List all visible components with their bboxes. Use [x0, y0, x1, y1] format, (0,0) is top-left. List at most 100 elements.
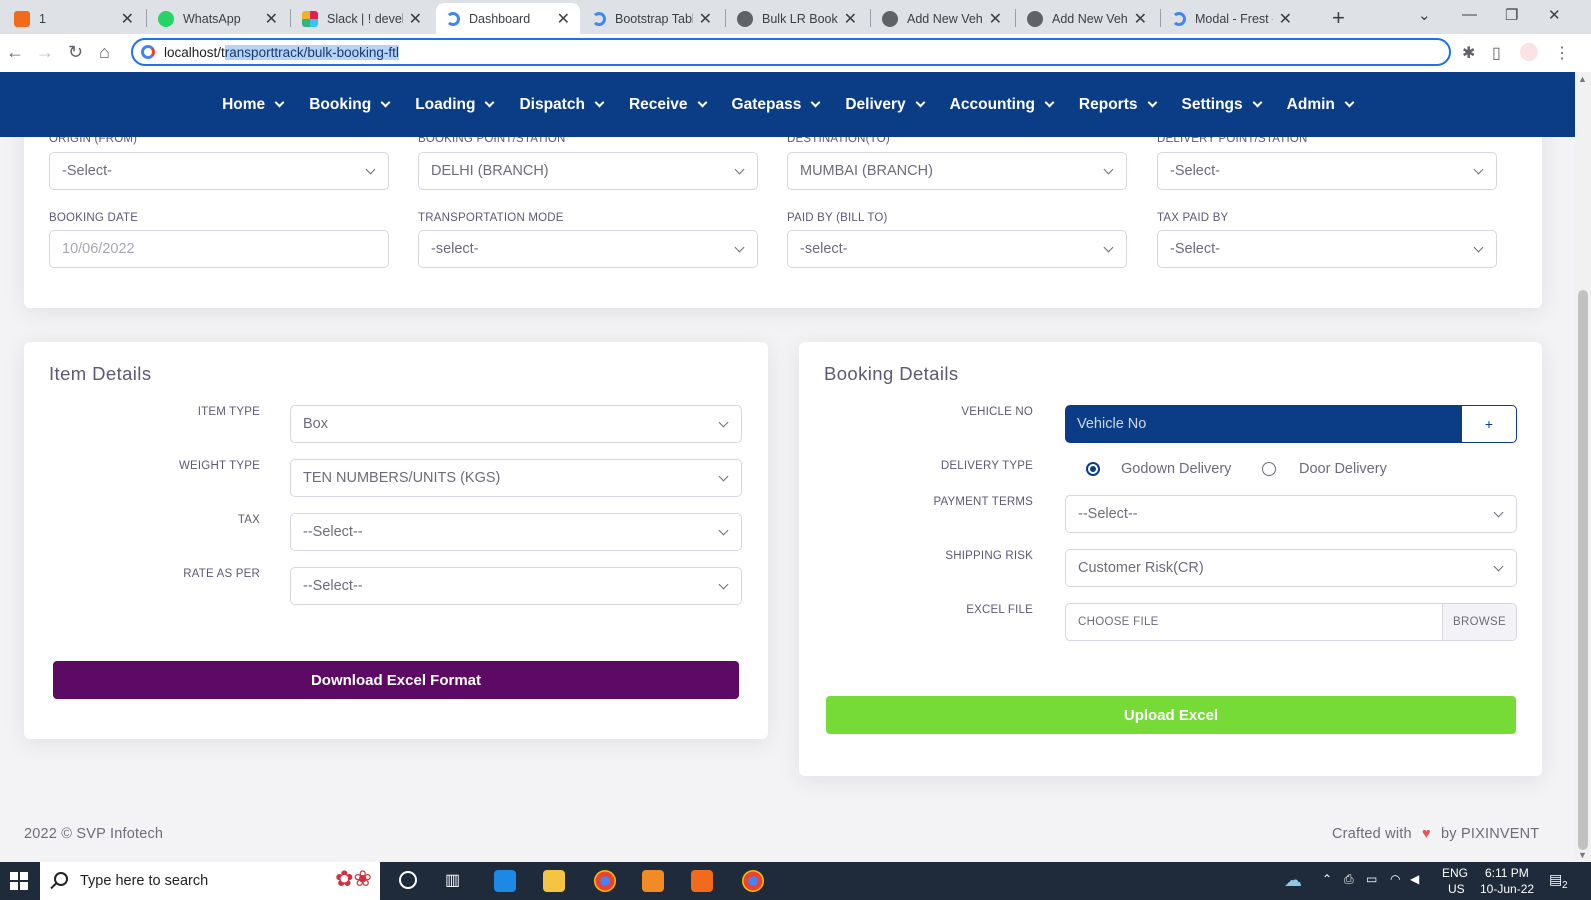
- chevron-down-icon: [594, 97, 605, 108]
- weight-type-select[interactable]: TEN NUMBERS/UNITS (KGS): [290, 459, 742, 497]
- chrome-icon[interactable]: [594, 870, 616, 892]
- browser-tab[interactable]: Modal - Frest - ✕: [1162, 3, 1302, 34]
- profile-avatar[interactable]: [1520, 43, 1538, 61]
- restore-icon[interactable]: ❐: [1505, 6, 1518, 24]
- new-tab-icon[interactable]: +: [1332, 5, 1345, 31]
- xampp-icon: [14, 10, 30, 27]
- item-type-select[interactable]: Box: [290, 405, 742, 443]
- address-bar-row: ← → ↻ ⌂ localhost/t ransporttrack/bulk-bo…: [0, 34, 1591, 72]
- close-icon[interactable]: ✕: [1279, 9, 1292, 29]
- battery-icon[interactable]: ▭: [1366, 872, 1377, 886]
- close-icon[interactable]: ✕: [699, 9, 712, 29]
- upload-excel-button[interactable]: Upload Excel: [826, 696, 1516, 734]
- loading-icon: [1172, 11, 1186, 26]
- meet-icon[interactable]: ⎙: [1344, 872, 1354, 887]
- volume-icon[interactable]: ◀: [1410, 872, 1419, 886]
- booking-point-select[interactable]: DELHI (BRANCH): [418, 152, 758, 190]
- close-icon[interactable]: ✕: [265, 9, 278, 29]
- sublime-icon[interactable]: [642, 870, 664, 892]
- url-input[interactable]: localhost/t ransporttrack/bulk-booking-ft…: [131, 38, 1451, 66]
- close-icon[interactable]: ✕: [557, 9, 570, 29]
- home-icon[interactable]: ⌂: [99, 42, 110, 63]
- menu-icon[interactable]: ⋮: [1554, 43, 1570, 63]
- origin-label: ORIGIN (FROM): [49, 133, 138, 145]
- xampp-icon[interactable]: [691, 870, 713, 892]
- godown-delivery-radio[interactable]: [1086, 462, 1100, 476]
- browser-tab[interactable]: Bootstrap Table ✕: [582, 3, 722, 34]
- loading-icon: [446, 11, 460, 26]
- vehicle-no-input[interactable]: Vehicle No: [1065, 405, 1462, 443]
- transport-mode-select[interactable]: -select-: [418, 230, 758, 268]
- browser-tab[interactable]: Slack | ! develop ✕: [292, 3, 432, 34]
- browser-tab[interactable]: 1 ✕: [4, 3, 144, 34]
- close-icon[interactable]: ✕: [121, 9, 134, 29]
- language-label[interactable]: ENG: [1442, 866, 1468, 880]
- taskbar-search-input[interactable]: Type here to search ✿❀: [40, 862, 380, 900]
- browser-tab-active[interactable]: Dashboard ✕: [436, 3, 580, 34]
- shipping-risk-label: SHIPPING RISK: [945, 550, 1033, 562]
- notification-icon[interactable]: ▤: [1549, 871, 1562, 888]
- tax-select[interactable]: --Select--: [290, 513, 742, 551]
- origin-select[interactable]: -Select-: [49, 152, 389, 190]
- close-icon[interactable]: ✕: [1134, 9, 1147, 29]
- chevron-down-icon: [718, 417, 729, 428]
- tax-paid-select[interactable]: -Select-: [1157, 230, 1497, 268]
- destination-select[interactable]: MUMBAI (BRANCH): [787, 152, 1127, 190]
- scroll-thumb[interactable]: [1578, 290, 1588, 850]
- item-details-title: Item Details: [49, 363, 152, 384]
- tax-paid-label: TAX PAID BY: [1157, 212, 1229, 224]
- door-delivery-radio[interactable]: [1262, 462, 1276, 476]
- store-icon[interactable]: [494, 870, 516, 892]
- browser-tab[interactable]: Add New Vehicl ✕: [1017, 3, 1157, 34]
- reload-icon[interactable]: ↻: [68, 42, 83, 63]
- chevron-down-icon: [1473, 242, 1484, 253]
- forward-icon[interactable]: →: [36, 42, 54, 63]
- close-window-icon[interactable]: ✕: [1548, 6, 1561, 24]
- globe-icon: [737, 10, 753, 27]
- extensions-icon[interactable]: ✱: [1462, 43, 1475, 63]
- region-label[interactable]: US: [1448, 882, 1465, 896]
- booking-point-label: BOOKING POINT/STATION: [418, 133, 566, 145]
- tab-search-icon[interactable]: ⌄: [1418, 6, 1431, 24]
- back-icon[interactable]: ←: [6, 42, 24, 63]
- download-excel-button[interactable]: Download Excel Format: [53, 661, 739, 699]
- task-view-icon[interactable]: ▥: [445, 870, 460, 890]
- page-scrollbar[interactable]: ▲ ▼: [1575, 72, 1591, 862]
- excel-file-label: EXCEL FILE: [966, 604, 1033, 616]
- close-icon[interactable]: ✕: [989, 9, 1002, 29]
- copyright-text: 2022 © SVP Infotech: [24, 826, 164, 842]
- wifi-icon[interactable]: ◠: [1390, 872, 1400, 886]
- browse-button[interactable]: BROWSE: [1442, 604, 1516, 640]
- browser-tab-bar: 1 ✕ WhatsApp ✕ Slack | ! develop ✕ Dashb…: [0, 0, 1591, 34]
- windows-start-icon[interactable]: [10, 872, 28, 890]
- chevron-up-icon[interactable]: ⌃: [1322, 872, 1332, 886]
- payment-terms-select[interactable]: --Select--: [1065, 495, 1517, 533]
- browser-tab[interactable]: Add New Vehicl ✕: [872, 3, 1012, 34]
- weather-icon[interactable]: ☁: [1284, 870, 1302, 891]
- cortana-icon[interactable]: [399, 871, 417, 889]
- minimize-icon[interactable]: —: [1462, 6, 1477, 23]
- delivery-point-select[interactable]: -Select-: [1157, 152, 1497, 190]
- side-panel-icon[interactable]: ▯: [1492, 43, 1501, 63]
- clock-date[interactable]: 10-Jun-22: [1480, 882, 1534, 896]
- heart-icon: ♥: [1422, 826, 1431, 842]
- paid-by-select[interactable]: -select-: [787, 230, 1127, 268]
- file-explorer-icon[interactable]: [543, 870, 565, 892]
- rate-select[interactable]: --Select--: [290, 567, 742, 605]
- clock-time[interactable]: 6:11 PM: [1485, 866, 1529, 880]
- rate-label: RATE AS PER: [183, 568, 260, 580]
- excel-file-input[interactable]: CHOOSE FILE BROWSE: [1065, 603, 1517, 641]
- scroll-up-icon[interactable]: ▲: [1578, 74, 1587, 84]
- browser-tab[interactable]: WhatsApp ✕: [148, 3, 288, 34]
- close-icon[interactable]: ✕: [409, 9, 422, 29]
- payment-terms-label: PAYMENT TERMS: [933, 496, 1033, 508]
- add-vehicle-button[interactable]: +: [1461, 405, 1517, 443]
- chevron-down-icon: [1103, 242, 1114, 253]
- booking-date-input[interactable]: 10/06/2022: [49, 230, 389, 268]
- shipping-risk-select[interactable]: Customer Risk(CR): [1065, 549, 1517, 587]
- chrome-icon[interactable]: [742, 870, 764, 892]
- site-info-icon[interactable]: [141, 45, 155, 59]
- close-icon[interactable]: ✕: [844, 9, 857, 29]
- scroll-down-icon[interactable]: ▼: [1578, 850, 1587, 860]
- browser-tab[interactable]: Bulk LR Booking ✕: [727, 3, 867, 34]
